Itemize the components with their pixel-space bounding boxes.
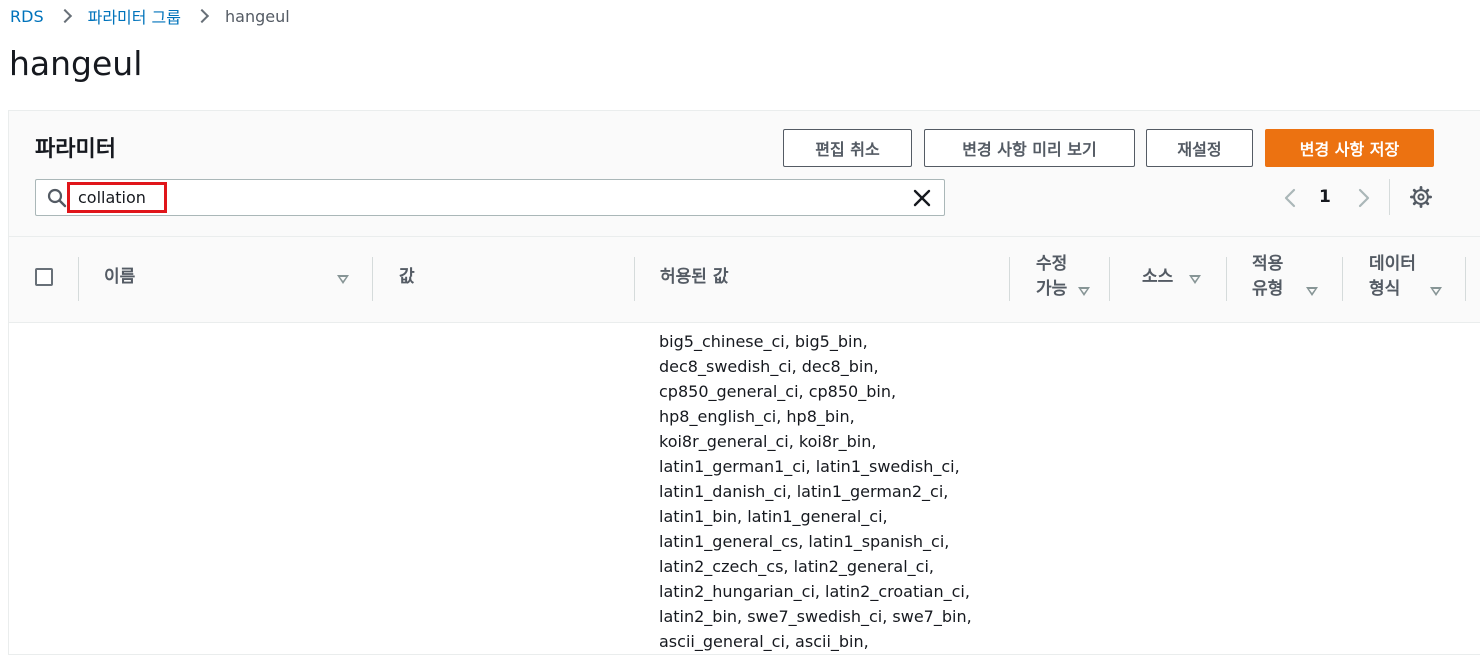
gear-icon[interactable] — [1410, 186, 1432, 208]
chevron-right-icon — [194, 8, 210, 24]
column-divider — [1465, 257, 1466, 301]
select-all-checkbox[interactable] — [35, 268, 53, 286]
table-header: 이름 값 허용된 값 수정 가능 소스 적용 유형 데이터 형식 — [9, 237, 1480, 323]
column-divider — [78, 257, 79, 301]
parameters-panel: 파라미터 편집 취소 변경 사항 미리 보기 재설정 변경 사항 저장 1 — [8, 110, 1480, 655]
allowed-values-cell: big5_chinese_ci, big5_bin, dec8_swedish_… — [659, 329, 999, 654]
search-box — [35, 179, 945, 216]
allowed-values-line: latin2_czech_cs, latin2_general_ci, — [659, 557, 934, 576]
allowed-values-line: latin1_danish_ci, latin1_german2_ci, — [659, 482, 949, 501]
sort-down-icon[interactable] — [337, 275, 349, 284]
panel-title: 파라미터 — [35, 137, 116, 162]
panel-header: 파라미터 편집 취소 변경 사항 미리 보기 재설정 변경 사항 저장 1 — [9, 111, 1480, 237]
allowed-values-line: dec8_swedish_ci, dec8_bin, — [659, 357, 879, 376]
column-header-name[interactable]: 이름 — [104, 265, 135, 290]
allowed-values-line: hp8_english_ci, hp8_bin, — [659, 407, 855, 426]
current-page-number[interactable]: 1 — [1319, 187, 1331, 207]
reset-button[interactable]: 재설정 — [1146, 129, 1253, 167]
allowed-values-line: latin1_bin, latin1_general_ci, — [659, 507, 888, 526]
column-divider — [1342, 257, 1343, 301]
column-divider — [1109, 257, 1110, 301]
column-header-apply-type-line2[interactable]: 유형 — [1252, 277, 1283, 302]
sort-down-icon[interactable] — [1078, 287, 1090, 296]
preview-changes-button[interactable]: 변경 사항 미리 보기 — [924, 129, 1135, 167]
allowed-values-line: latin1_german1_ci, latin1_swedish_ci, — [659, 457, 960, 476]
save-changes-button[interactable]: 변경 사항 저장 — [1265, 129, 1434, 167]
allowed-values-line: ascii_general_ci, ascii_bin, — [659, 632, 869, 651]
column-divider — [634, 257, 635, 301]
chevron-right-icon[interactable] — [1353, 187, 1373, 209]
column-header-value[interactable]: 값 — [399, 265, 415, 290]
cancel-edit-button[interactable]: 편집 취소 — [783, 129, 912, 167]
column-header-data-type[interactable]: 데이터 — [1369, 252, 1416, 277]
breadcrumb-current: hangeul — [225, 6, 290, 26]
breadcrumb-rds[interactable]: RDS — [10, 7, 44, 26]
allowed-values-line: latin2_bin, swe7_swedish_ci, swe7_bin, — [659, 607, 972, 626]
search-icon — [47, 188, 67, 208]
sort-down-icon[interactable] — [1430, 287, 1442, 296]
breadcrumb-parameter-groups[interactable]: 파라미터 그룹 — [88, 4, 181, 28]
sort-down-icon[interactable] — [1306, 287, 1318, 296]
column-header-source[interactable]: 소스 — [1142, 265, 1173, 290]
allowed-values-line: big5_chinese_ci, big5_bin, — [659, 332, 868, 351]
allowed-values-line: latin1_general_cs, latin1_spanish_ci, — [659, 532, 950, 551]
column-header-modifiable-line2[interactable]: 가능 — [1036, 277, 1067, 302]
sort-down-icon[interactable] — [1189, 275, 1201, 284]
column-divider — [372, 257, 373, 301]
breadcrumb: RDS 파라미터 그룹 hangeul — [10, 4, 290, 28]
column-divider — [1009, 257, 1010, 301]
search-input[interactable] — [67, 182, 167, 213]
column-header-modifiable[interactable]: 수정 — [1036, 252, 1067, 277]
chevron-right-icon — [57, 8, 72, 24]
allowed-values-line: cp850_general_ci, cp850_bin, — [659, 382, 897, 401]
column-divider — [1226, 257, 1227, 301]
column-header-data-type-line2[interactable]: 형식 — [1369, 277, 1400, 302]
page-title: hangeul — [9, 44, 143, 83]
column-header-allowed-values[interactable]: 허용된 값 — [660, 265, 728, 290]
allowed-values-line: latin2_hungarian_ci, latin2_croatian_ci, — [659, 582, 970, 601]
close-icon[interactable] — [912, 188, 932, 208]
chevron-left-icon[interactable] — [1281, 187, 1301, 209]
pager-divider — [1389, 179, 1390, 215]
allowed-values-line: koi8r_general_ci, koi8r_bin, — [659, 432, 877, 451]
column-header-apply-type[interactable]: 적용 — [1252, 252, 1283, 277]
